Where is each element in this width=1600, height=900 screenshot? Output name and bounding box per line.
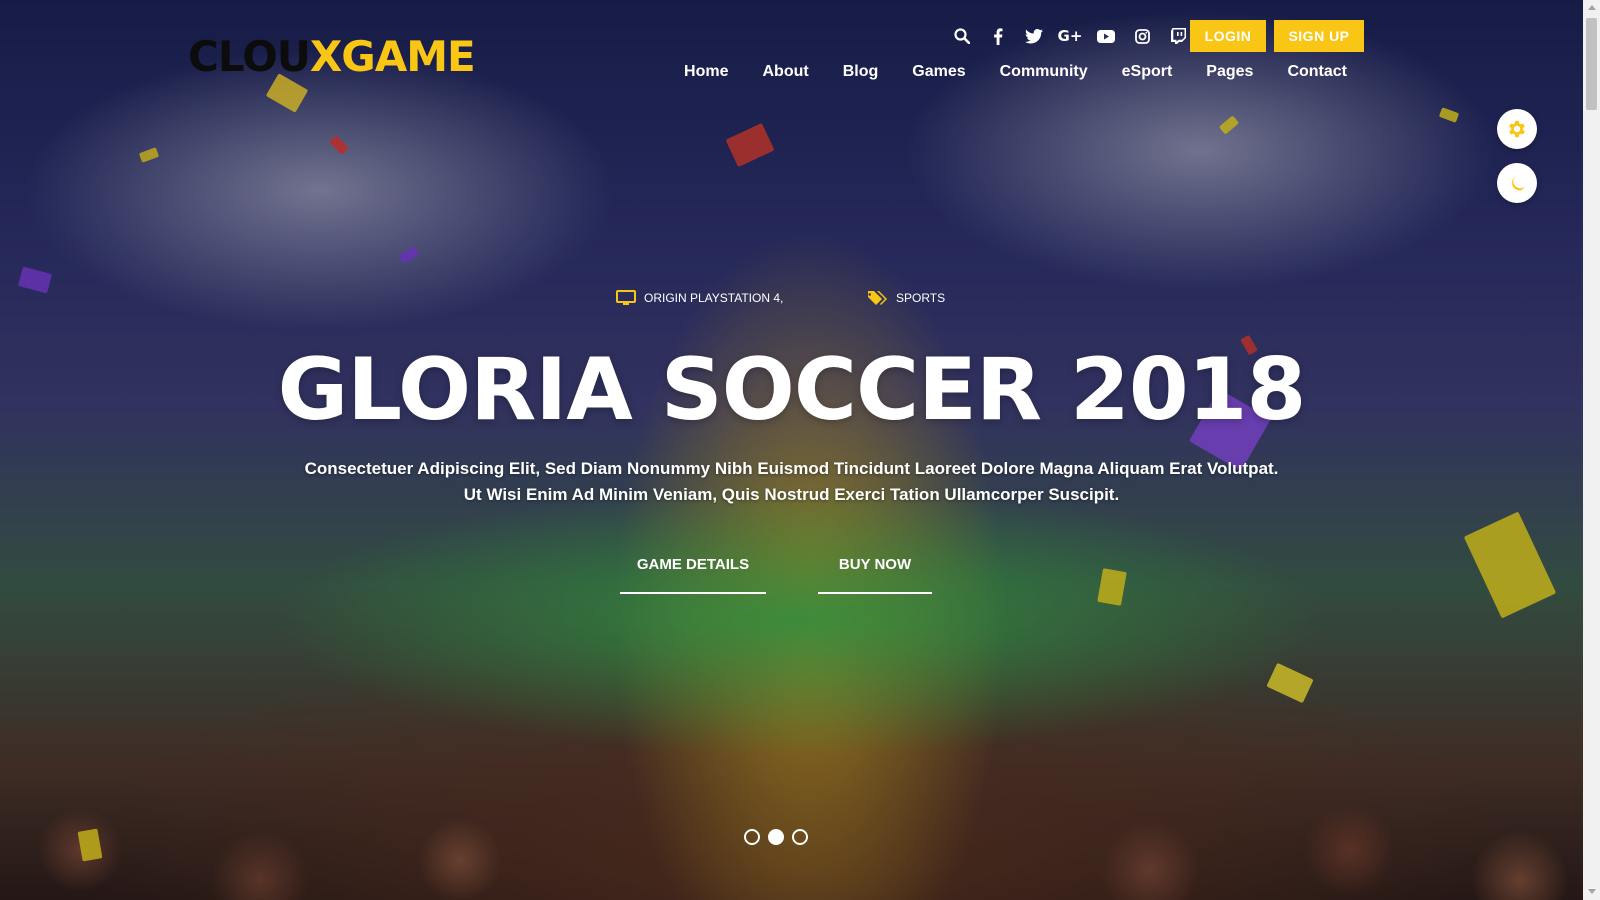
- genre-label: SPORTS: [896, 291, 946, 305]
- scroll-down-arrow[interactable]: [1588, 889, 1596, 894]
- nav-item-esport[interactable]: eSport: [1105, 62, 1190, 82]
- nav-item-pages[interactable]: Pages: [1189, 62, 1270, 82]
- twitter-icon[interactable]: [1016, 24, 1052, 48]
- dark-mode-button[interactable]: [1497, 163, 1537, 203]
- description-line: Consectetuer Adipiscing Elit, Sed Diam N…: [304, 459, 1279, 478]
- slider-dot-active[interactable]: [768, 829, 784, 845]
- slider-pagination: [744, 829, 808, 845]
- logo-text-dark: CLOU: [188, 32, 311, 81]
- tags-icon: [868, 291, 887, 305]
- game-details-button[interactable]: GAME DETAILS: [620, 556, 766, 594]
- nav-item-home[interactable]: Home: [667, 62, 745, 82]
- main-nav: Home About Blog Games Community eSport P…: [667, 62, 1364, 82]
- genre-meta: SPORTS: [868, 290, 945, 306]
- nav-item-blog[interactable]: Blog: [826, 62, 896, 82]
- site-logo[interactable]: CLOUXGAME: [188, 32, 476, 81]
- settings-button[interactable]: [1497, 109, 1537, 149]
- game-description: Consectetuer Adipiscing Elit, Sed Diam N…: [0, 456, 1583, 508]
- logo-text-accent: XGAME: [309, 32, 476, 81]
- slider-dot[interactable]: [792, 829, 808, 845]
- search-icon[interactable]: [944, 24, 980, 48]
- login-button[interactable]: LOGIN: [1190, 20, 1266, 52]
- scrollbar-thumb[interactable]: [1586, 18, 1597, 110]
- platform-label: ORIGIN PLAYSTATION 4,: [644, 291, 784, 305]
- scroll-up-arrow[interactable]: [1588, 5, 1596, 10]
- social-icons: G+: [944, 24, 1196, 48]
- facebook-icon[interactable]: [980, 24, 1016, 48]
- nav-item-games[interactable]: Games: [895, 62, 982, 82]
- slider-dot[interactable]: [744, 829, 760, 845]
- platform-meta: ORIGIN PLAYSTATION 4,: [616, 290, 783, 306]
- description-line: Ut Wisi Enim Ad Minim Veniam, Quis Nostr…: [463, 485, 1120, 504]
- page-scrollbar[interactable]: [1583, 0, 1600, 900]
- nav-item-contact[interactable]: Contact: [1270, 62, 1364, 82]
- monitor-icon: [616, 290, 636, 305]
- nav-item-about[interactable]: About: [746, 62, 826, 82]
- moon-icon: [1512, 175, 1525, 191]
- hero-background: [0, 0, 1583, 900]
- buy-now-button[interactable]: BUY NOW: [818, 556, 932, 594]
- game-title: GLORIA SOCCER 2018: [277, 340, 1307, 440]
- nav-item-community[interactable]: Community: [983, 62, 1105, 82]
- youtube-icon[interactable]: [1088, 24, 1124, 48]
- hero-overlay: [0, 0, 1583, 900]
- google-plus-icon[interactable]: G+: [1052, 24, 1088, 48]
- signup-button[interactable]: SIGN UP: [1274, 20, 1364, 52]
- gear-icon: [1509, 120, 1525, 138]
- instagram-icon[interactable]: [1124, 24, 1160, 48]
